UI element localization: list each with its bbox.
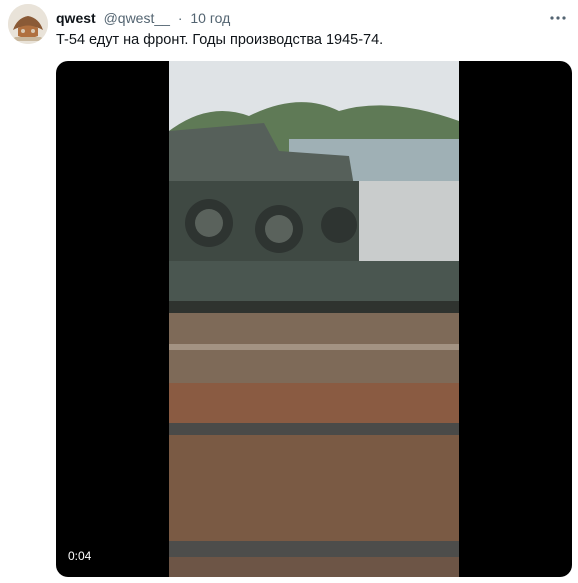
- more-options-button[interactable]: [546, 6, 570, 30]
- separator-dot: ·: [177, 10, 183, 26]
- video-player[interactable]: 0:04: [56, 61, 572, 577]
- display-name[interactable]: qwest: [56, 10, 96, 26]
- video-frame: [169, 61, 459, 577]
- avatar-image: [8, 4, 48, 44]
- tweet-text: T-54 едут на фронт. Годы производства 19…: [56, 32, 384, 48]
- tweet-timestamp[interactable]: 10 год: [190, 10, 230, 26]
- tweet: qwest @qwest__ · 10 год T-54 едут на фро…: [0, 0, 578, 583]
- tweet-header: qwest @qwest__ · 10 год: [56, 8, 538, 28]
- more-dots-icon: [550, 16, 566, 20]
- video-duration: 0:04: [68, 549, 92, 563]
- user-handle[interactable]: @qwest__: [104, 10, 170, 26]
- avatar[interactable]: [8, 4, 48, 44]
